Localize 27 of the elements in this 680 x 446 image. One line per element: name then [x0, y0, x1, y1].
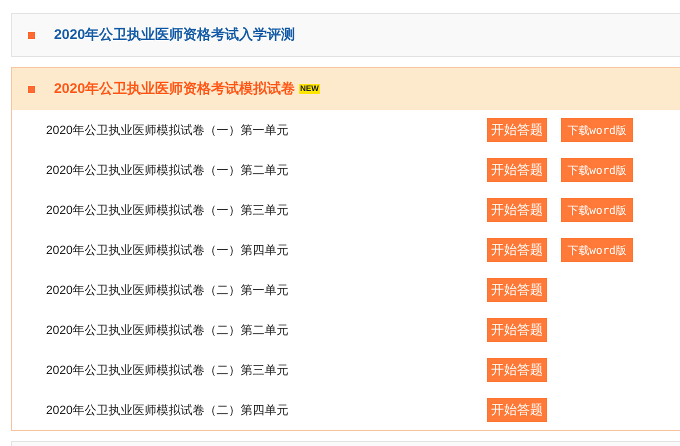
exam-title: 2020年公卫执业医师模拟试卷（二）第一单元 — [46, 282, 290, 298]
start-button[interactable]: 开始答题 — [487, 158, 547, 182]
bullet-icon — [28, 32, 35, 38]
start-button[interactable]: 开始答题 — [487, 398, 547, 422]
start-button[interactable]: 开始答题 — [487, 118, 547, 142]
download-button[interactable]: 下载word版 — [561, 238, 633, 262]
download-button[interactable]: 下载word版 — [561, 118, 633, 142]
start-button[interactable]: 开始答题 — [487, 198, 547, 222]
start-button[interactable]: 开始答题 — [487, 238, 547, 262]
exam-title: 2020年公卫执业医师模拟试卷（二）第三单元 — [46, 362, 290, 378]
section-header[interactable]: 2020年公卫执业医师资格考试入学评测 — [12, 14, 680, 56]
section-title[interactable]: 2020年公卫执业医师资格考试入学评测 — [54, 26, 296, 44]
exam-title: 2020年公卫执业医师模拟试卷（一）第四单元 — [46, 242, 290, 258]
start-button[interactable]: 开始答题 — [487, 318, 547, 342]
download-button[interactable]: 下载word版 — [561, 158, 633, 182]
exam-title: 2020年公卫执业医师模拟试卷（二）第二单元 — [46, 322, 290, 338]
bullet-icon — [28, 86, 35, 92]
new-badge: NEW — [299, 84, 320, 94]
exam-title: 2020年公卫执业医师模拟试卷（一）第三单元 — [46, 202, 290, 218]
start-button[interactable]: 开始答题 — [487, 278, 547, 302]
section-title[interactable]: 2020年公卫执业医师资格考试模拟试卷 — [54, 80, 296, 98]
exam-title: 2020年公卫执业医师模拟试卷（二）第四单元 — [46, 402, 290, 418]
exam-title: 2020年公卫执业医师模拟试卷（一）第一单元 — [46, 122, 290, 138]
download-button[interactable]: 下载word版 — [561, 198, 633, 222]
exam-title: 2020年公卫执业医师模拟试卷（一）第二单元 — [46, 162, 290, 178]
start-button[interactable]: 开始答题 — [487, 358, 547, 382]
section-header[interactable]: 2020年公卫执业医师资格考试模拟试卷 NEW — [12, 68, 680, 110]
